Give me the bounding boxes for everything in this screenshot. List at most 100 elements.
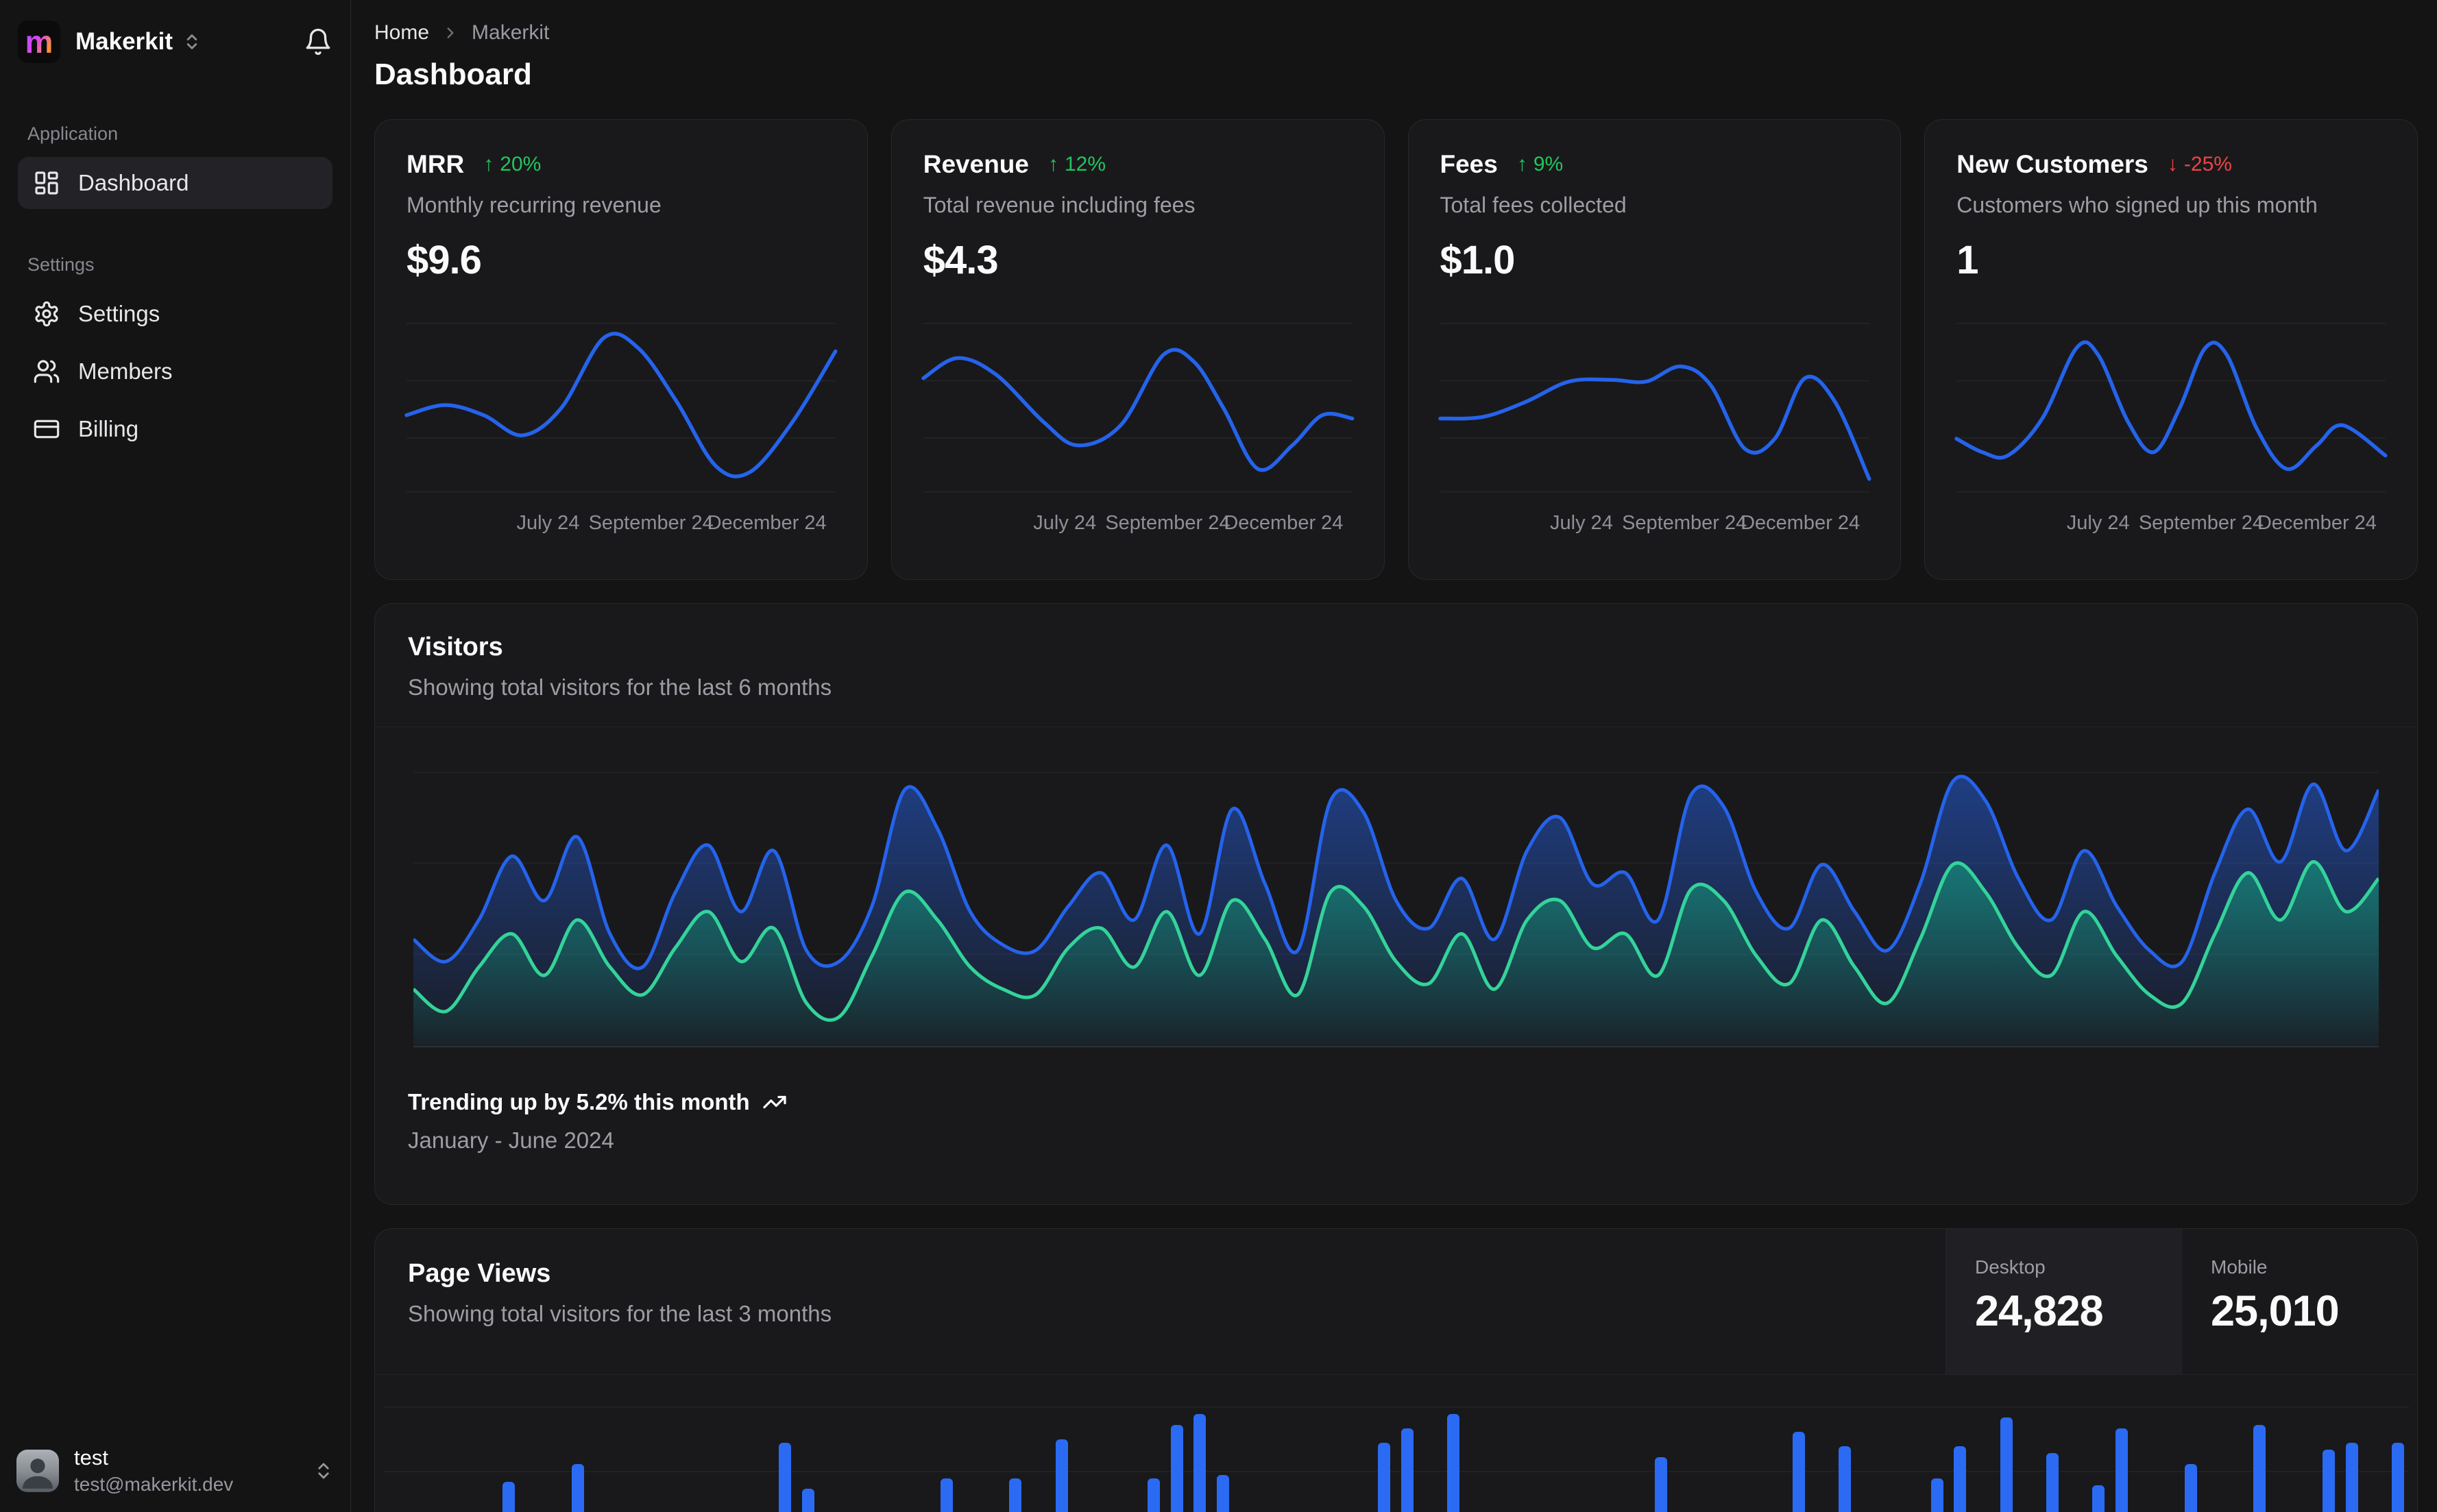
page-views-bar <box>1055 1439 1068 1512</box>
bell-icon[interactable] <box>304 27 332 56</box>
sparkline-svg <box>1954 323 2388 493</box>
stat-subtitle: Monthly recurring revenue <box>407 193 662 217</box>
stat-card-fees: Fees ↑ 9% Total fees collected $1.0 July … <box>1407 119 1902 580</box>
x-tick: July 24 <box>2066 512 2130 534</box>
x-tick: July 24 <box>516 512 580 534</box>
trend-arrow-icon: ↑ <box>1047 153 1058 175</box>
trending-up-icon <box>762 1090 787 1114</box>
workspace-switcher[interactable]: m Makerkit <box>18 21 332 63</box>
stat-value: $4.3 <box>923 238 999 282</box>
trend-value: 9% <box>1533 153 1564 175</box>
sidebar-item-members[interactable]: Members <box>18 345 332 398</box>
page-views-bar <box>1148 1478 1161 1512</box>
x-tick: December 24 <box>2257 512 2377 534</box>
page-views-bar <box>2092 1485 2105 1512</box>
page-views-title: Page Views <box>408 1259 551 1288</box>
page-views-bar <box>2392 1443 2405 1512</box>
toggle-desktop[interactable]: Desktop 24,828 <box>1945 1229 2181 1374</box>
page-views-bar-chart <box>383 1375 2409 1512</box>
users-icon <box>33 358 60 385</box>
stat-title: MRR <box>407 150 465 178</box>
stat-cards-row: MRR ↑ 20% Monthly recurring revenue $9.6 … <box>374 119 2418 580</box>
page-views-bar <box>1793 1432 1806 1512</box>
sidebar-item-label: Members <box>78 358 173 384</box>
stat-subtitle: Customers who signed up this month <box>1956 193 2318 217</box>
page-views-bar <box>779 1443 792 1512</box>
x-tick: December 24 <box>1224 512 1344 534</box>
page-views-card: Page Views Showing total visitors for th… <box>374 1228 2418 1512</box>
new-customers-sparkline-chart <box>1954 315 2388 495</box>
page-views-bar <box>2184 1464 2197 1512</box>
toggle-value: 25,010 <box>2211 1287 2340 1335</box>
sidebar-item-dashboard[interactable]: Dashboard <box>18 157 332 209</box>
page-views-bar <box>1009 1478 1022 1512</box>
page-views-subtitle: Showing total visitors for the last 3 mo… <box>408 1301 832 1326</box>
page-views-bar <box>2115 1428 2128 1512</box>
visitors-trend-text: Trending up by 5.2% this month <box>408 1089 750 1114</box>
dashboard-icon <box>33 169 60 197</box>
sidebar-item-settings[interactable]: Settings <box>18 288 332 340</box>
makerkit-logo: m <box>18 21 60 63</box>
gear-icon <box>33 300 60 328</box>
stat-value: $9.6 <box>407 238 482 282</box>
trend-value: 12% <box>1064 153 1106 175</box>
breadcrumb-current: Makerkit <box>472 21 550 44</box>
credit-card-icon <box>33 415 60 443</box>
user-email: test@makerkit.dev <box>74 1473 234 1495</box>
chevron-right-icon <box>441 24 459 42</box>
stat-card-revenue: Revenue ↑ 12% Total revenue including fee… <box>890 119 1385 580</box>
stat-card-new-customers: New Customers ↓ -25% Customers who signed… <box>1924 119 2418 580</box>
toggle-mobile[interactable]: Mobile 25,010 <box>2181 1229 2417 1374</box>
user-menu[interactable]: test test@makerkit.dev <box>16 1446 334 1496</box>
chevrons-up-down-icon[interactable] <box>182 32 202 51</box>
page-title: Dashboard <box>374 58 532 91</box>
page-views-bar <box>1193 1414 1207 1512</box>
sidebar: m Makerkit Application Dashboard Setting… <box>0 0 351 1512</box>
stat-value: $1.0 <box>1440 238 1516 282</box>
x-tick: September 24 <box>1105 512 1230 534</box>
page-views-bar <box>1378 1443 1391 1512</box>
bars-container <box>383 1375 2409 1512</box>
trend-badge: ↑ 20% <box>483 153 541 176</box>
page-views-bar <box>1954 1446 1967 1512</box>
page-views-bar <box>2323 1450 2336 1512</box>
toggle-label: Desktop <box>1975 1256 2046 1278</box>
x-axis-ticks: July 24 September 24 December 24 <box>923 512 1353 539</box>
visitors-date-range: January - June 2024 <box>408 1127 614 1153</box>
trend-value: -25% <box>2183 153 2232 175</box>
breadcrumb: Home Makerkit <box>374 19 2418 47</box>
stat-title: Fees <box>1440 150 1498 178</box>
page-views-bar <box>2253 1425 2266 1512</box>
breadcrumb-home[interactable]: Home <box>374 21 429 45</box>
sparkline-svg <box>921 323 1355 493</box>
page-views-bar <box>502 1482 516 1512</box>
mrr-sparkline-chart <box>404 315 838 495</box>
avatar <box>16 1449 59 1492</box>
chevrons-up-down-icon[interactable] <box>313 1461 334 1481</box>
stat-value: 1 <box>1956 238 1978 282</box>
trend-arrow-icon: ↑ <box>483 153 494 175</box>
user-name: test <box>74 1446 108 1470</box>
trend-badge: ↓ -25% <box>2168 153 2232 176</box>
makerkit-logo-letter: m <box>25 24 53 60</box>
visitors-area-svg <box>413 771 2379 1048</box>
toggle-value: 24,828 <box>1975 1287 2104 1335</box>
trend-badge: ↑ 12% <box>1048 153 1106 176</box>
x-tick: September 24 <box>1622 512 1747 534</box>
page-views-bar <box>1654 1457 1667 1512</box>
sparkline-svg <box>1438 323 1871 493</box>
page-views-bar <box>1839 1446 1852 1512</box>
trend-arrow-icon: ↓ <box>2167 153 2178 175</box>
sidebar-item-billing[interactable]: Billing <box>18 403 332 455</box>
stat-card-mrr: MRR ↑ 20% Monthly recurring revenue $9.6 … <box>374 119 868 580</box>
visitors-card: Visitors Showing total visitors for the … <box>374 603 2418 1205</box>
trend-arrow-icon: ↑ <box>1516 153 1527 175</box>
sidebar-section-application: Application <box>27 123 119 144</box>
x-tick: September 24 <box>2138 512 2264 534</box>
visitors-title: Visitors <box>408 633 503 661</box>
main-content: Home Makerkit Dashboard MRR ↑ 20% Monthly… <box>351 0 2437 1512</box>
page-views-bar <box>1930 1478 1943 1512</box>
trend-value: 20% <box>500 153 542 175</box>
page-views-bar <box>1216 1475 1229 1512</box>
x-tick: July 24 <box>1033 512 1097 534</box>
